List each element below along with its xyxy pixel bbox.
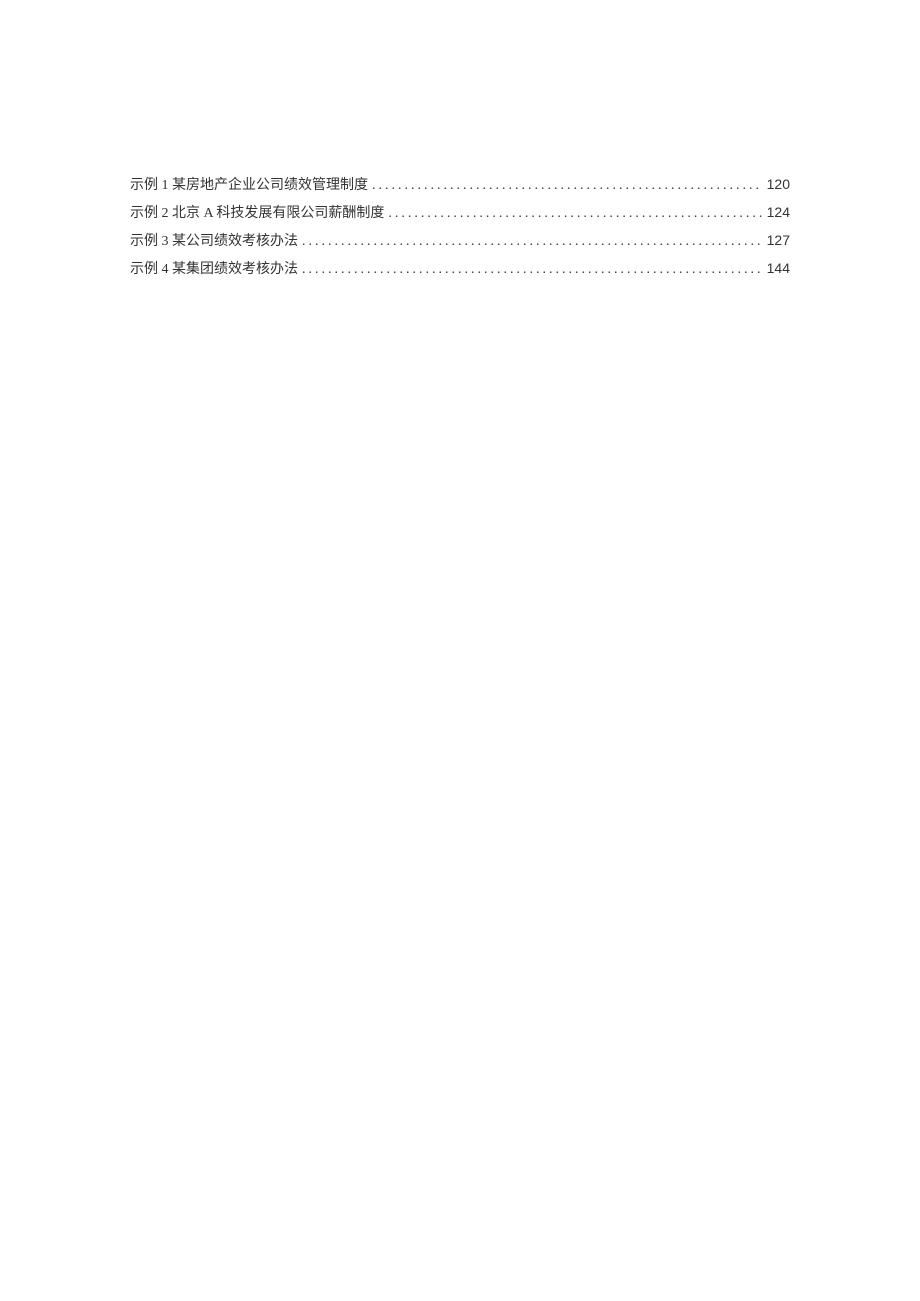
toc-entry-title: 示例 1 某房地产企业公司绩效管理制度 [130, 173, 368, 199]
toc-entry: 示例 3 某公司绩效考核办法 127 [130, 227, 790, 255]
toc-entry: 示例 2 北京 A 科技发展有限公司薪酬制度 124 [130, 199, 790, 227]
toc-entry-page: 124 [767, 199, 790, 225]
toc-entry-title: 示例 4 某集团绩效考核办法 [130, 257, 298, 283]
toc-entry-page: 144 [767, 255, 790, 281]
toc-entry: 示例 4 某集团绩效考核办法 144 [130, 255, 790, 283]
toc-entry: 示例 1 某房地产企业公司绩效管理制度 120 [130, 171, 790, 199]
toc-entry-title: 示例 2 北京 A 科技发展有限公司薪酬制度 [130, 201, 384, 227]
toc-entry-page: 120 [767, 171, 790, 197]
toc-leader-dots [302, 257, 763, 283]
toc-entry-title: 示例 3 某公司绩效考核办法 [130, 229, 298, 255]
toc-leader-dots [388, 201, 762, 227]
toc-leader-dots [302, 229, 763, 255]
toc-container: 示例 1 某房地产企业公司绩效管理制度 120 示例 2 北京 A 科技发展有限… [130, 171, 790, 283]
toc-entry-page: 127 [767, 227, 790, 253]
toc-leader-dots [372, 173, 763, 199]
